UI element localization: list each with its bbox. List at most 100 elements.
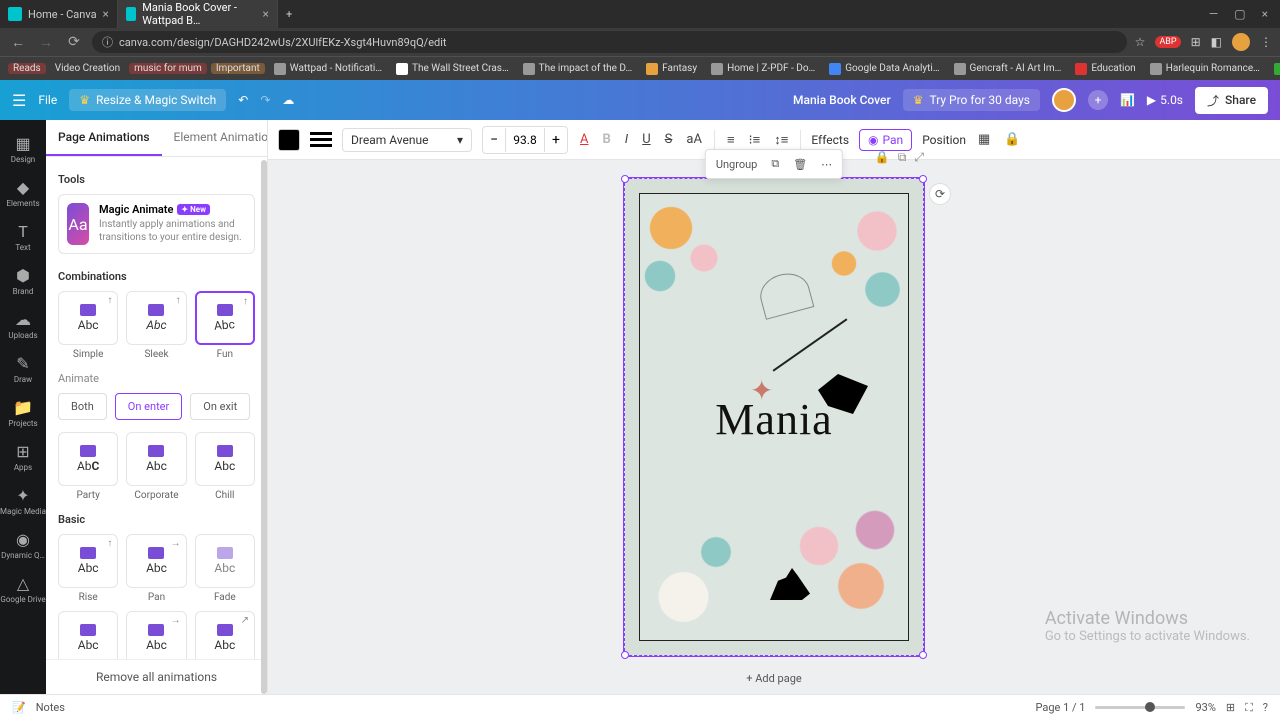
design-content[interactable]: ✦ Mania — [639, 193, 909, 641]
resize-handle[interactable] — [919, 651, 927, 659]
redo-icon[interactable]: ↷ — [260, 93, 270, 107]
font-selector[interactable]: Dream Avenue ▾ — [342, 128, 472, 152]
rail-elements[interactable]: ◆Elements — [0, 172, 46, 214]
seg-on-exit[interactable]: On exit — [190, 393, 250, 420]
combo-simple[interactable]: ↑AbcSimple — [58, 291, 118, 360]
site-info-icon[interactable]: ⓘ — [102, 34, 113, 50]
notes-icon[interactable]: 📝 — [12, 701, 26, 714]
anim-rise[interactable]: ↑AbcRise — [58, 534, 118, 603]
increase-size-button[interactable]: + — [545, 127, 567, 153]
anim-tile[interactable]: Abc — [58, 611, 118, 665]
bookmark-item[interactable]: Wattpad - Notificati… — [269, 63, 387, 75]
bookmark-item[interactable]: Gencraft - AI Art Im… — [949, 63, 1067, 75]
case-icon[interactable]: aA — [684, 132, 704, 147]
rail-draw[interactable]: ✎Draw — [0, 348, 46, 390]
magic-animate-card[interactable]: Aa Magic Animate✦ New Instantly apply an… — [58, 194, 255, 254]
seg-both[interactable]: Both — [58, 393, 107, 420]
anim-pan[interactable]: →AbcPan — [126, 534, 186, 603]
bold-icon[interactable]: B — [600, 132, 612, 147]
star-icon[interactable]: ☆ — [1135, 35, 1146, 49]
extension-badge[interactable]: ABP — [1155, 36, 1180, 48]
rail-apps[interactable]: ⊞Apps — [0, 436, 46, 478]
rail-uploads[interactable]: ☁Uploads — [0, 304, 46, 346]
tab-page-animations[interactable]: Page Animations — [46, 120, 162, 156]
combo-sleek[interactable]: ↑AbcSleek — [126, 291, 186, 360]
analytics-icon[interactable]: 📊 — [1120, 93, 1135, 107]
strikethrough-icon[interactable]: S — [663, 132, 675, 147]
grid-view-icon[interactable]: ⊞ — [1226, 701, 1235, 714]
decrease-size-button[interactable]: − — [483, 127, 505, 153]
transparency-icon[interactable]: ▦ — [976, 132, 992, 147]
back-icon[interactable]: ← — [8, 34, 28, 51]
bookmark-item[interactable]: music for mum — [129, 63, 207, 74]
effects-button[interactable]: Effects — [811, 133, 849, 147]
pan-animation-button[interactable]: ◉Pan — [859, 129, 912, 151]
design-title[interactable]: Mania Book Cover — [793, 93, 891, 107]
list-icon[interactable]: ⁝≡ — [747, 132, 763, 148]
align-icon[interactable]: ≡ — [725, 132, 737, 148]
anim-corporate[interactable]: AbcCorporate — [126, 432, 186, 501]
try-pro-button[interactable]: ♛ Try Pro for 30 days — [903, 89, 1040, 111]
anim-tile[interactable]: ↗Abc — [195, 611, 255, 665]
help-icon[interactable]: ? — [1263, 701, 1268, 714]
profile-avatar[interactable] — [1232, 33, 1250, 51]
forward-icon[interactable]: → — [36, 34, 56, 51]
rail-dynamic-q[interactable]: ◉Dynamic Q… — [0, 524, 46, 566]
border-style-icon[interactable] — [310, 132, 332, 147]
rail-text[interactable]: TText — [0, 216, 46, 258]
add-page-button[interactable]: + Add page — [746, 672, 801, 685]
resize-handle[interactable] — [621, 175, 629, 183]
resize-handle[interactable] — [919, 175, 927, 183]
page-indicator[interactable]: Page 1 / 1 — [1035, 701, 1085, 714]
present-button[interactable]: ▶ 5.0s — [1147, 93, 1183, 107]
underline-icon[interactable]: U — [640, 132, 652, 147]
anim-party[interactable]: AbCParty — [58, 432, 118, 501]
seg-on-enter[interactable]: On enter — [115, 393, 182, 420]
italic-icon[interactable]: I — [623, 132, 630, 147]
zoom-slider[interactable] — [1095, 706, 1185, 709]
bookmark-item[interactable]: The impact of the D… — [518, 63, 637, 75]
notes-button[interactable]: Notes — [36, 701, 65, 714]
browser-tab-design[interactable]: Mania Book Cover - Wattpad B… × — [118, 0, 278, 28]
duplicate-icon[interactable]: ⧉ — [765, 154, 785, 174]
zoom-value[interactable]: 93% — [1195, 701, 1215, 714]
design-page[interactable]: 🔒 ⧉ ⤢ Ungroup ⧉ 🗑 ⋯ ⟳ — [624, 178, 924, 656]
close-icon[interactable]: × — [103, 7, 109, 21]
rail-projects[interactable]: 📁Projects — [0, 392, 46, 434]
scrollbar[interactable] — [261, 160, 267, 694]
browser-tab-home[interactable]: Home - Canva × — [0, 0, 118, 28]
url-input[interactable]: ⓘ canva.com/design/DAGHD242wUs/2XUlfEKz-… — [92, 31, 1127, 53]
lock-icon[interactable]: 🔒 — [1002, 132, 1022, 147]
rail-magic-media[interactable]: ✦Magic Media — [0, 480, 46, 522]
extensions-icon[interactable]: ⊞ — [1191, 35, 1201, 49]
rail-brand[interactable]: ⬢Brand — [0, 260, 46, 302]
resize-handle[interactable] — [621, 651, 629, 659]
rail-google-drive[interactable]: △Google Drive — [0, 568, 46, 610]
minimize-icon[interactable]: — — [1209, 7, 1218, 21]
close-icon[interactable]: × — [263, 7, 269, 21]
bookmark-item[interactable]: Fantasy — [641, 63, 702, 75]
rail-design[interactable]: ▦Design — [0, 128, 46, 170]
bookmark-item[interactable]: Google Data Analyti… — [824, 63, 944, 75]
tab-element-animations[interactable]: Element Animations — [162, 120, 268, 156]
bookmark-item[interactable]: Harlequin Romance… — [1145, 63, 1265, 75]
bookmark-item[interactable]: The Wall Street Cras… — [391, 63, 514, 75]
reload-icon[interactable]: ⟳ — [64, 34, 84, 50]
fullscreen-icon[interactable]: ⛶ — [1245, 701, 1253, 715]
bookmark-item[interactable]: Video Creation — [50, 63, 125, 74]
color-swatch[interactable] — [278, 129, 300, 151]
menu-icon[interactable]: ☰ — [12, 91, 26, 110]
bookmark-item[interactable]: Education — [1070, 63, 1140, 75]
combo-fun[interactable]: ↑AbcFun — [195, 291, 255, 360]
canvas-area[interactable]: Dream Avenue ▾ − + A B I U S aA ≡ ⁝≡ ↕≡ … — [268, 120, 1280, 694]
anim-fade[interactable]: AbcFade — [195, 534, 255, 603]
anim-chill[interactable]: AbcChill — [195, 432, 255, 501]
font-size-input[interactable] — [505, 128, 545, 152]
user-avatar[interactable] — [1052, 88, 1076, 112]
bookmark-item[interactable]: Important — [211, 63, 265, 74]
anim-tile[interactable]: →Abc — [126, 611, 186, 665]
add-member-button[interactable]: + — [1088, 90, 1108, 110]
regenerate-icon[interactable]: ⟳ — [929, 183, 951, 205]
resize-button[interactable]: ♛ Resize & Magic Switch — [69, 89, 226, 111]
duplicate-page-icon[interactable]: ⧉ — [898, 150, 907, 165]
